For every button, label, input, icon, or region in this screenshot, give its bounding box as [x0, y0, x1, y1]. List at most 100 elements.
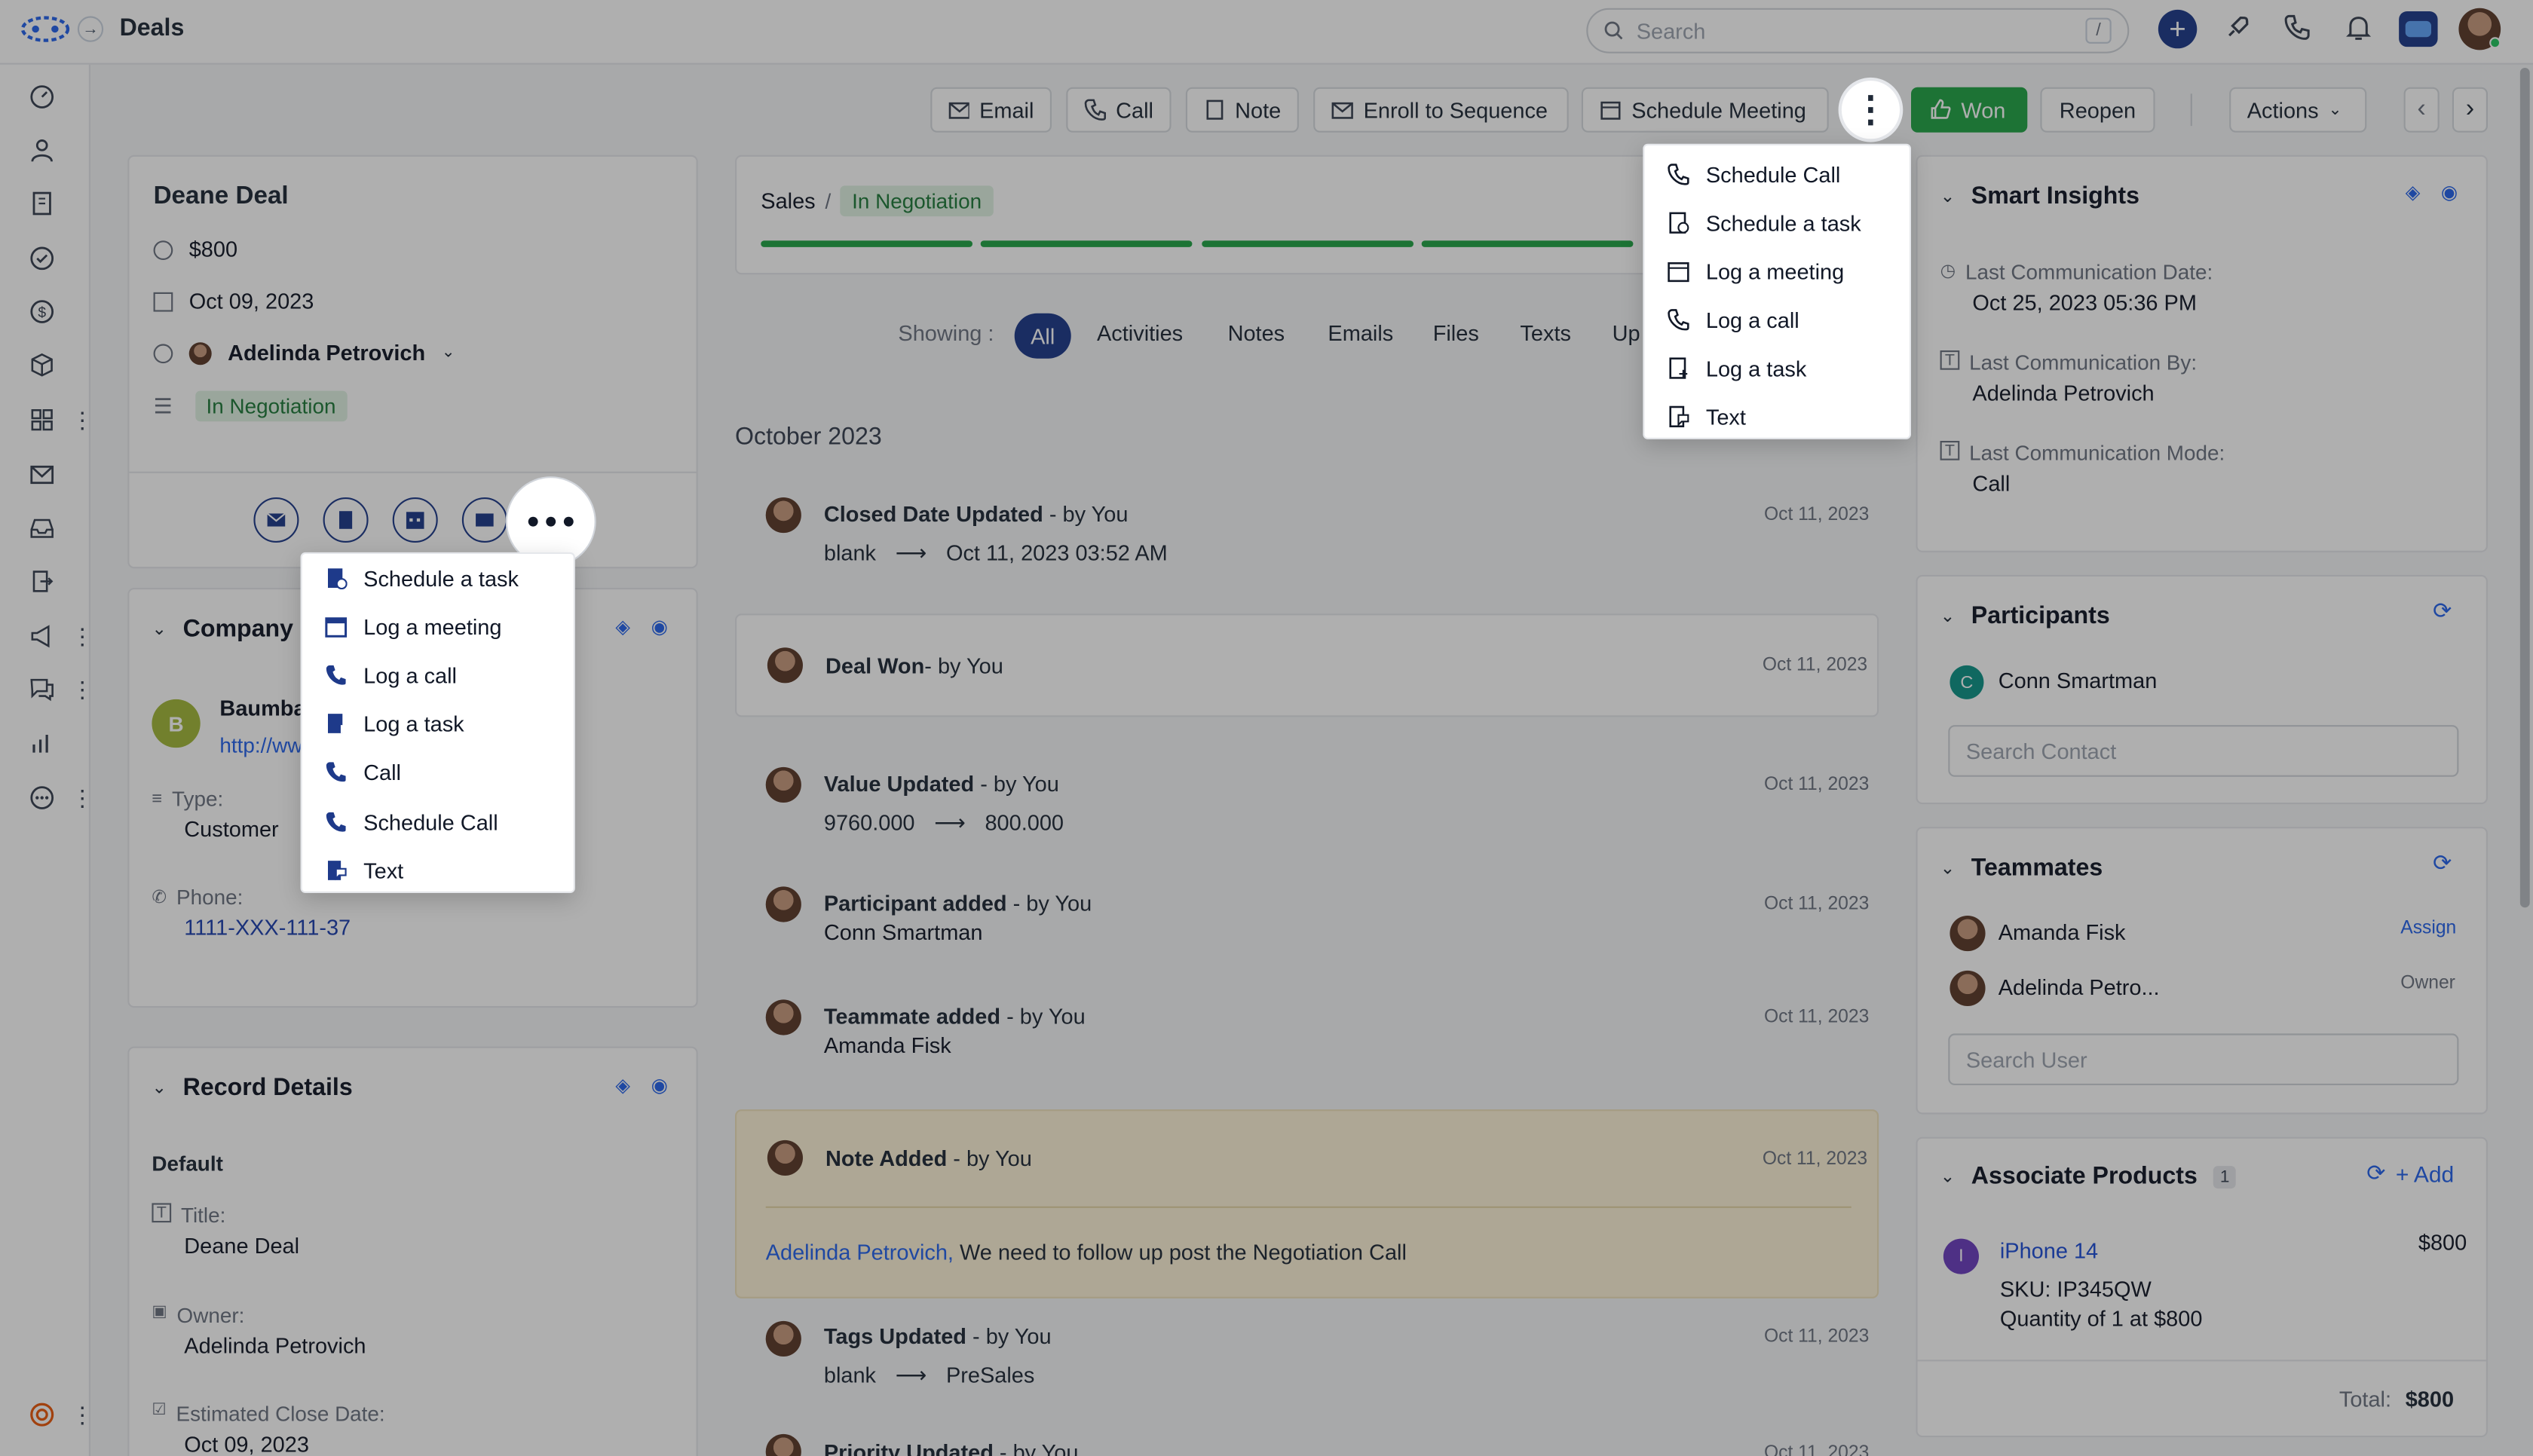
sidebar-help-icon[interactable]: [26, 1399, 58, 1431]
sidebar-apps-icon[interactable]: [26, 404, 58, 436]
menu-item-schedule-task[interactable]: Schedule a task: [1644, 199, 1909, 247]
actions-dropdown[interactable]: Actions ⌄: [2229, 87, 2367, 133]
sidebar-campaigns-more-icon[interactable]: ⋮: [71, 623, 93, 650]
more-actions-button[interactable]: ⋮: [1838, 77, 1904, 142]
sidebar-campaigns-icon[interactable]: [26, 620, 58, 653]
sidebar-inbox-icon[interactable]: [26, 512, 58, 544]
filter-files[interactable]: Files: [1433, 321, 1479, 345]
pin-icon[interactable]: ◈: [2406, 181, 2421, 203]
eye-icon[interactable]: ◉: [651, 1074, 668, 1097]
record-details-header[interactable]: ⌄ Record Details: [152, 1074, 352, 1101]
schedule-meeting-button[interactable]: Schedule Meeting: [1581, 87, 1829, 133]
quick-sequence-button[interactable]: [461, 497, 507, 543]
menu-item-schedule-task[interactable]: Schedule a task: [302, 554, 574, 602]
smart-insights-header[interactable]: ⌄ Smart Insights: [1940, 182, 2139, 210]
eye-icon[interactable]: ◉: [651, 615, 668, 638]
search-placeholder: Search: [1636, 18, 1706, 43]
previous-record-button[interactable]: ‹: [2403, 87, 2440, 133]
menu-item-schedule-call[interactable]: Schedule Call: [1644, 150, 1909, 198]
deal-owner-row[interactable]: Adelinda Petrovich ⌄: [153, 341, 455, 365]
call-button[interactable]: Call: [1066, 87, 1172, 133]
stage-progress-1[interactable]: [761, 240, 972, 247]
filter-upcoming[interactable]: Up: [1613, 321, 1640, 345]
stage-progress-4[interactable]: [1421, 240, 1634, 247]
stage-progress-3[interactable]: [1202, 240, 1414, 247]
phone-icon[interactable]: [2283, 13, 2312, 47]
teammate-assign-link[interactable]: Assign: [2400, 919, 2456, 938]
sidebar-apps-more-icon[interactable]: ⋮: [71, 407, 93, 434]
sidebar-sequences-icon[interactable]: [26, 565, 58, 598]
filter-activities[interactable]: Activities: [1097, 321, 1183, 345]
won-button[interactable]: Won: [1911, 87, 2028, 133]
menu-item-schedule-call[interactable]: Schedule Call: [302, 798, 574, 846]
page-title: Deals: [119, 14, 185, 42]
sync-icon[interactable]: ⟳: [2433, 849, 2452, 876]
pin-icon[interactable]: ◈: [615, 615, 630, 638]
email-button[interactable]: Email: [930, 87, 1052, 133]
pin-icon[interactable]: ◈: [615, 1074, 630, 1097]
participant-name[interactable]: Conn Smartman: [1999, 668, 2158, 693]
menu-item-log-call[interactable]: Log a call: [302, 651, 574, 699]
menu-item-text[interactable]: Text: [302, 846, 574, 895]
quick-note-button[interactable]: [323, 497, 369, 543]
menu-item-text[interactable]: Text: [1644, 393, 1909, 441]
quick-add-icon[interactable]: +: [2158, 9, 2198, 49]
add-product-button[interactable]: + Add: [2396, 1161, 2454, 1187]
note-mention[interactable]: Adelinda Petrovich,: [766, 1240, 954, 1265]
sidebar-more-apps-icon[interactable]: [26, 782, 58, 814]
company-card-header[interactable]: ⌄ Company I: [152, 615, 307, 642]
expand-arrow-icon[interactable]: →: [77, 16, 104, 42]
menu-item-log-task[interactable]: Log a task: [1644, 344, 1909, 392]
note-icon: [1206, 99, 1224, 120]
sidebar-contacts-icon[interactable]: [26, 134, 58, 167]
note-button[interactable]: Note: [1185, 87, 1299, 133]
sidebar-chat-more-icon[interactable]: ⋮: [71, 677, 93, 704]
teammates-header[interactable]: ⌄ Teammates: [1940, 855, 2103, 882]
company-name[interactable]: Baumba: [219, 696, 305, 720]
quick-email-button[interactable]: [253, 497, 299, 543]
deal-stage-tag[interactable]: In Negotiation: [194, 390, 348, 422]
sidebar-dashboard-icon[interactable]: [26, 81, 58, 113]
menu-item-call[interactable]: Call: [302, 748, 574, 796]
card-divider: [129, 471, 697, 473]
menu-item-log-meeting[interactable]: Log a meeting: [302, 602, 574, 650]
filter-notes[interactable]: Notes: [1228, 321, 1285, 345]
product-name-link[interactable]: iPhone 14: [2000, 1239, 2098, 1263]
company-website-link[interactable]: http://ww: [219, 733, 302, 757]
menu-item-log-meeting[interactable]: Log a meeting: [1644, 247, 1909, 295]
company-phone-value[interactable]: 1111-XXX-111-37: [184, 916, 351, 940]
sync-icon[interactable]: ⟳: [2366, 1160, 2385, 1187]
next-record-button[interactable]: ›: [2452, 87, 2488, 133]
filter-texts[interactable]: Texts: [1520, 321, 1571, 345]
reopen-button[interactable]: Reopen: [2040, 87, 2155, 133]
filter-all[interactable]: All: [1014, 313, 1071, 359]
sidebar-reports-icon[interactable]: [26, 726, 58, 759]
menu-item-log-task[interactable]: Log a task: [302, 699, 574, 748]
quick-meeting-button[interactable]: [392, 497, 438, 543]
stage-progress-2[interactable]: [980, 240, 1193, 247]
filter-emails[interactable]: Emails: [1328, 321, 1393, 345]
sidebar-help-more-icon[interactable]: ⋮: [71, 1402, 93, 1429]
logo-icon[interactable]: [20, 14, 72, 48]
products-header[interactable]: ⌄ Associate Products 1: [1940, 1163, 2236, 1190]
sidebar-email-icon[interactable]: [26, 459, 58, 491]
global-search-input[interactable]: Search /: [1586, 8, 2130, 54]
assistant-bot-icon[interactable]: [2399, 11, 2438, 47]
sidebar-companies-icon[interactable]: [26, 188, 58, 220]
rocket-icon[interactable]: [2223, 13, 2253, 47]
enroll-sequence-button[interactable]: Enroll to Sequence: [1313, 87, 1569, 133]
participants-header[interactable]: ⌄ Participants: [1940, 602, 2110, 629]
bell-icon[interactable]: [2344, 13, 2373, 47]
sidebar-chat-icon[interactable]: [26, 674, 58, 706]
page-scrollbar[interactable]: [2519, 68, 2530, 908]
sidebar-deals-icon[interactable]: $: [26, 295, 58, 328]
sidebar-products-icon[interactable]: [26, 349, 58, 381]
sidebar-more-apps-more-icon[interactable]: ⋮: [71, 785, 93, 812]
sidebar-tasks-icon[interactable]: [26, 242, 58, 274]
search-user-input[interactable]: Search User: [1948, 1033, 2459, 1085]
pipeline-name[interactable]: Sales: [761, 189, 815, 213]
eye-icon[interactable]: ◉: [2441, 181, 2458, 203]
search-contact-input[interactable]: Search Contact: [1948, 725, 2459, 777]
menu-item-log-call[interactable]: Log a call: [1644, 295, 1909, 344]
sync-icon[interactable]: ⟳: [2433, 598, 2452, 625]
